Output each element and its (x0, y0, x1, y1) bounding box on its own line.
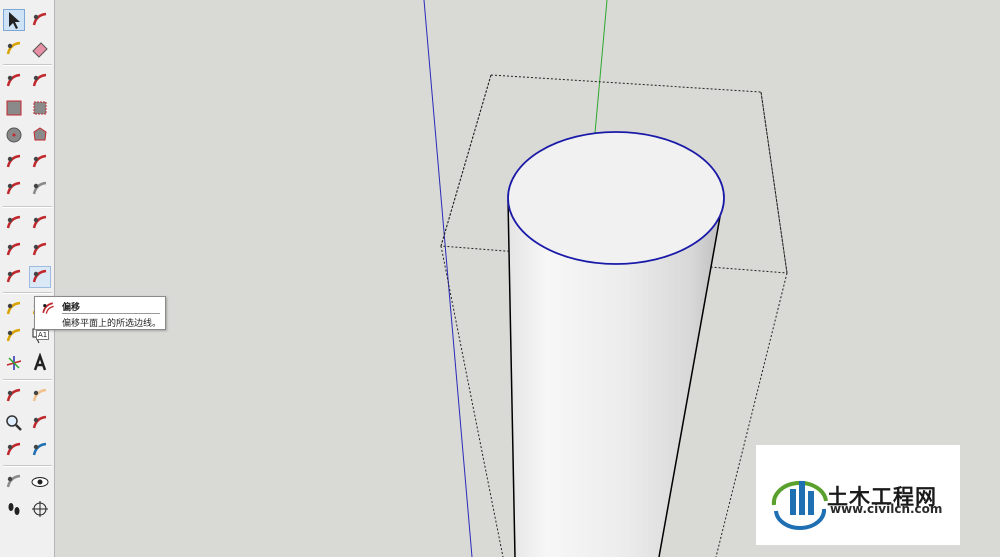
polygon-icon (33, 127, 47, 141)
make-component-icon (32, 12, 47, 26)
pencil-line-icon (6, 73, 21, 87)
toolbar-separator (3, 292, 52, 294)
two-point-arc-icon (32, 154, 47, 168)
push-pull-icon (32, 215, 47, 229)
tool-button-push-pull[interactable] (29, 212, 51, 234)
tool-button-paint-bucket[interactable] (3, 38, 25, 60)
arc-icon (6, 154, 21, 168)
follow-me-icon (32, 242, 47, 256)
tool-button-protractor[interactable] (3, 325, 25, 347)
3d-text-icon (33, 353, 47, 371)
move-icon (6, 215, 21, 229)
tool-button-pie[interactable] (29, 178, 51, 200)
tool-button-3d-text[interactable] (29, 352, 51, 374)
tool-button-three-point-arc[interactable] (3, 178, 25, 200)
circle-icon (6, 127, 22, 143)
rotate-icon (6, 242, 21, 256)
walk-icon (8, 503, 20, 515)
tool-tooltip: 偏移 偏移平面上的所选边线。 (34, 296, 166, 330)
tool-button-polygon[interactable] (29, 124, 51, 146)
tool-button-scale[interactable] (3, 266, 25, 288)
tool-button-tape-measure[interactable] (3, 298, 25, 320)
tool-button-offset[interactable] (29, 266, 51, 288)
tool-button-rotate[interactable] (3, 239, 25, 261)
zoom-icon (6, 415, 22, 431)
section-plane-icon (32, 501, 48, 517)
tool-button-rotated-rectangle[interactable] (29, 97, 51, 119)
position-camera-icon (6, 474, 21, 488)
green-axis-line (594, 0, 608, 134)
tooltip-description: 偏移平面上的所选边线。 (62, 319, 162, 329)
three-point-arc-icon (6, 181, 21, 195)
tool-button-circle[interactable] (3, 124, 25, 146)
tool-button-arc[interactable] (3, 151, 25, 173)
select-arrow-icon (9, 12, 20, 29)
tool-button-move[interactable] (3, 212, 25, 234)
tool-button-walk[interactable] (3, 498, 25, 520)
toolbar-separator (3, 379, 52, 381)
watermark-url: www.civilcn.com (830, 502, 943, 516)
bounding-box-front (440, 245, 504, 557)
tool-button-two-point-arc[interactable] (29, 151, 51, 173)
tool-button-pencil-line[interactable] (3, 70, 25, 92)
tool-shortcut-badge: A1 (36, 330, 50, 340)
scale-icon (6, 269, 21, 283)
previous-view-icon (32, 442, 47, 456)
tool-button-freehand[interactable] (29, 70, 51, 92)
tool-button-axes[interactable] (3, 352, 25, 374)
toolbar-separator (3, 64, 52, 66)
tool-button-zoom-extents[interactable] (3, 439, 25, 461)
tooltip-title: 偏移 (62, 303, 81, 313)
toolbar-separator (3, 206, 52, 208)
watermark-logo: 土木工程网 www.civilcn.com (756, 445, 960, 545)
rectangle-icon (6, 100, 22, 116)
freehand-icon (32, 73, 47, 87)
tool-button-look-around[interactable] (29, 471, 51, 493)
pie-icon (32, 181, 47, 195)
tool-palette (0, 0, 55, 557)
orbit-icon (6, 388, 21, 402)
tool-button-follow-me[interactable] (29, 239, 51, 261)
zoom-extents-icon (6, 442, 21, 456)
tool-button-make-component[interactable] (29, 9, 51, 31)
tool-button-zoom-window[interactable] (29, 412, 51, 434)
tool-button-position-camera[interactable] (3, 471, 25, 493)
tool-button-section-plane[interactable] (29, 498, 51, 520)
tape-measure-icon (6, 301, 21, 315)
pan-icon (32, 388, 47, 402)
tool-button-eraser[interactable] (29, 38, 51, 60)
tool-button-pan[interactable] (29, 385, 51, 407)
look-around-icon (31, 477, 49, 487)
paint-bucket-icon (6, 41, 21, 55)
eraser-icon (32, 42, 48, 58)
tool-button-previous-view[interactable] (29, 439, 51, 461)
blue-axis-line (423, 0, 473, 557)
cylinder-top-face[interactable] (507, 131, 725, 265)
tooltip-divider (62, 313, 160, 314)
tool-button-orbit[interactable] (3, 385, 25, 407)
protractor-icon (6, 328, 21, 342)
offset-icon (40, 300, 56, 316)
tool-button-rectangle[interactable] (3, 97, 25, 119)
axes-icon (6, 356, 22, 370)
civilcn-logo-icon (771, 480, 828, 531)
zoom-window-icon (32, 415, 47, 429)
offset-icon (32, 269, 47, 283)
tool-button-select-arrow[interactable] (3, 9, 25, 31)
rotated-rectangle-icon (33, 101, 47, 115)
tool-button-zoom[interactable] (3, 412, 25, 434)
toolbar-separator (3, 465, 52, 467)
